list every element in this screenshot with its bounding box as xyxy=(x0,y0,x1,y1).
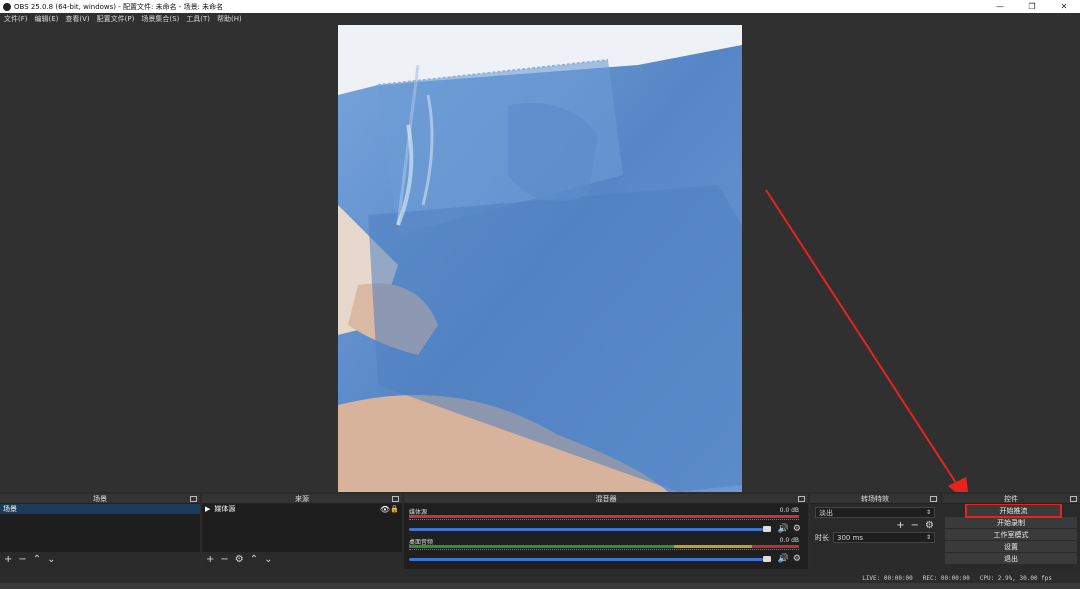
channel-gear-icon[interactable]: ⚙ xyxy=(793,554,801,564)
source-properties-gear-icon[interactable]: ⚙ xyxy=(235,554,244,565)
minimize-button[interactable]: — xyxy=(984,0,1016,13)
move-up-icon[interactable]: ⌃ xyxy=(33,554,41,565)
remove-scene-icon[interactable]: − xyxy=(18,554,26,565)
sources-dock: 来源 ▶ 媒体源 👁 🔒 + − ⚙ ⌃ ⌄ xyxy=(202,494,402,569)
obs-logo-icon xyxy=(3,2,11,11)
channel-db: 0.0 dB xyxy=(779,507,799,514)
controls-dock: 控件 开始推流 开始录制 工作室模式 设置 退出 xyxy=(942,494,1080,572)
rec-status: REC: 00:00:00 xyxy=(922,574,970,582)
menu-tools[interactable]: 工具(T) xyxy=(186,14,210,24)
cpu-status: CPU: 2.9%, 30.00 fps xyxy=(979,574,1052,582)
menu-scene-collection[interactable]: 场景集合(S) xyxy=(141,14,179,24)
visibility-eye-icon[interactable]: 👁 xyxy=(380,505,390,514)
volume-slider-handle[interactable] xyxy=(763,556,771,562)
volume-slider-handle[interactable] xyxy=(763,526,771,532)
duration-spinbox[interactable]: 300 ms ⇕ xyxy=(833,532,935,543)
move-down-icon[interactable]: ⌄ xyxy=(47,554,55,565)
maximize-button[interactable]: ❐ xyxy=(1016,0,1048,13)
menu-edit[interactable]: 编辑(E) xyxy=(35,14,59,24)
add-source-icon[interactable]: + xyxy=(206,554,214,565)
source-item-label: 媒体源 xyxy=(214,505,236,513)
speaker-icon[interactable]: 🔊 xyxy=(778,554,789,564)
move-up-icon[interactable]: ⌃ xyxy=(250,554,258,565)
scenes-dock: 场景 场景 + − ⌃ ⌄ xyxy=(0,494,200,569)
chevron-updown-icon: ⇕ xyxy=(925,509,931,516)
title-bar: OBS 25.0.8 (64-bit, windows) - 配置文件: 未命名… xyxy=(0,0,1080,13)
live-status: LIVE: 00:00:00 xyxy=(862,574,913,582)
scenes-dock-header: 场景 xyxy=(0,494,200,504)
sources-dock-title: 来源 xyxy=(295,494,309,503)
mixer-body: 媒体源 0.0 dB 🔊 ⚙ 桌面音频 0.0 dB 🔊 ⚙ xyxy=(404,504,808,569)
move-down-icon[interactable]: ⌄ xyxy=(264,554,272,565)
status-bar: LIVE: 00:00:00 REC: 00:00:00 CPU: 2.9%, … xyxy=(0,573,1080,583)
undock-icon[interactable] xyxy=(930,496,937,502)
preview-image xyxy=(338,25,742,492)
undock-icon[interactable] xyxy=(1070,496,1077,502)
sources-toolbar: + − ⚙ ⌃ ⌄ xyxy=(202,552,402,566)
transition-gear-icon[interactable]: ⚙ xyxy=(925,520,934,531)
speaker-icon[interactable]: 🔊 xyxy=(778,524,789,534)
transition-select[interactable]: 淡出 ⇕ xyxy=(815,507,935,518)
start-streaming-button[interactable]: 开始推流 xyxy=(965,503,1062,518)
duration-value: 300 ms xyxy=(837,533,864,542)
taskbar-strip xyxy=(0,583,1080,589)
audio-meter xyxy=(409,545,799,548)
start-recording-button[interactable]: 开始录制 xyxy=(945,517,1077,528)
mixer-dock-header: 混音器 xyxy=(404,494,808,504)
menu-profile[interactable]: 配置文件(P) xyxy=(97,14,135,24)
add-transition-icon[interactable]: + xyxy=(896,520,904,531)
exit-button[interactable]: 退出 xyxy=(945,553,1077,564)
mixer-channel: 媒体源 0.0 dB 🔊 ⚙ xyxy=(407,506,805,536)
close-button[interactable]: ✕ xyxy=(1048,0,1080,13)
scenes-list[interactable]: 场景 xyxy=(0,504,200,552)
studio-mode-button[interactable]: 工作室模式 xyxy=(945,529,1077,540)
channel-gear-icon[interactable]: ⚙ xyxy=(793,524,801,534)
scene-item[interactable]: 场景 xyxy=(0,504,200,514)
mixer-dock-title: 混音器 xyxy=(595,494,617,503)
controls-dock-title: 控件 xyxy=(1004,494,1018,503)
channel-db: 0.0 dB xyxy=(779,537,799,544)
undock-icon[interactable] xyxy=(392,496,399,502)
spin-arrows-icon[interactable]: ⇕ xyxy=(926,534,931,541)
remove-source-icon[interactable]: − xyxy=(220,554,228,565)
menu-bar: 文件(F) 编辑(E) 查看(V) 配置文件(P) 场景集合(S) 工具(T) … xyxy=(0,13,1080,25)
transition-select-value: 淡出 xyxy=(819,508,833,517)
settings-button[interactable]: 设置 xyxy=(945,541,1077,552)
menu-help[interactable]: 帮助(H) xyxy=(217,14,242,24)
undock-icon[interactable] xyxy=(190,496,197,502)
mixer-channel: 桌面音频 0.0 dB 🔊 ⚙ xyxy=(407,536,805,566)
scenes-dock-title: 场景 xyxy=(93,494,107,503)
duration-label: 时长 xyxy=(815,533,829,542)
volume-slider[interactable] xyxy=(409,528,763,531)
play-icon: ▶ xyxy=(205,505,211,513)
audio-meter xyxy=(409,515,799,518)
preview-canvas[interactable] xyxy=(338,25,742,492)
transitions-dock-header: 转场特效 xyxy=(810,494,940,504)
remove-transition-icon[interactable]: − xyxy=(911,520,919,531)
mixer-dock: 混音器 媒体源 0.0 dB 🔊 ⚙ 桌面音频 0.0 dB 🔊 ⚙ xyxy=(404,494,808,569)
scenes-toolbar: + − ⌃ ⌄ xyxy=(0,552,200,566)
volume-slider[interactable] xyxy=(409,558,763,561)
transitions-dock: 转场特效 淡出 ⇕ + − ⚙ 时长 300 ms ⇕ xyxy=(810,494,940,569)
meter-ticks xyxy=(409,519,799,523)
window-title: OBS 25.0.8 (64-bit, windows) - 配置文件: 未命名… xyxy=(14,2,224,11)
sources-list[interactable]: ▶ 媒体源 👁 🔒 xyxy=(202,504,402,552)
lock-icon[interactable]: 🔒 xyxy=(390,505,399,513)
menu-view[interactable]: 查看(V) xyxy=(65,14,89,24)
meter-ticks xyxy=(409,549,799,553)
add-scene-icon[interactable]: + xyxy=(4,554,12,565)
transitions-dock-title: 转场特效 xyxy=(861,494,889,503)
sources-dock-header: 来源 xyxy=(202,494,402,504)
controls-dock-header: 控件 xyxy=(942,494,1080,504)
transitions-body: 淡出 ⇕ + − ⚙ 时长 300 ms ⇕ xyxy=(810,504,940,546)
menu-file[interactable]: 文件(F) xyxy=(4,14,28,24)
source-item[interactable]: ▶ 媒体源 👁 🔒 xyxy=(202,504,402,514)
undock-icon[interactable] xyxy=(798,496,805,502)
